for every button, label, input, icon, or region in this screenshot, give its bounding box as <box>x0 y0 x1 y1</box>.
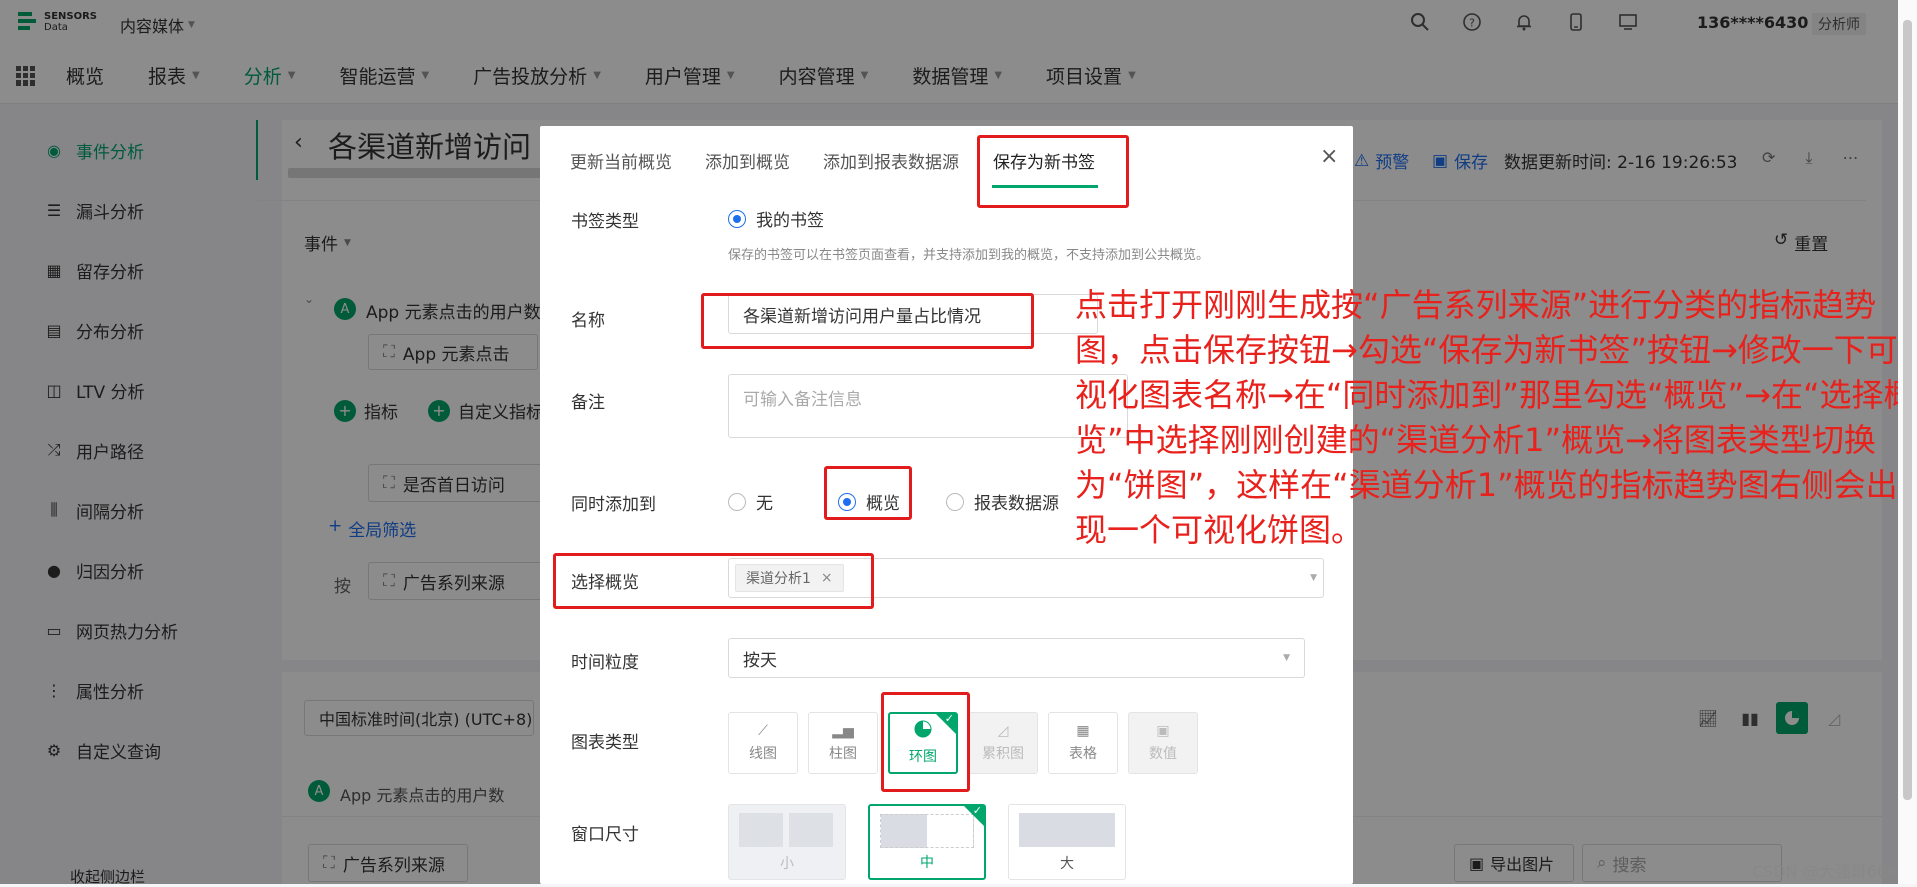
highlight-save-as-bookmark <box>977 135 1129 208</box>
add-to-none-label: 无 <box>756 494 773 514</box>
highlight-ring-chart <box>881 692 970 792</box>
size-preview-icon <box>739 813 835 847</box>
line-chart-icon: ⟋ <box>758 723 768 739</box>
add-to-report-label: 报表数据源 <box>974 494 1059 514</box>
bookmark-type-value: 我的书签 <box>756 211 824 231</box>
name-label: 名称 <box>571 311 605 331</box>
window-size-option-0: 小 <box>728 804 846 880</box>
time-granularity-select[interactable]: 按天 ▼ <box>728 638 1305 678</box>
table-icon: ▦ <box>1076 723 1090 739</box>
window-size-option-2[interactable]: 大 <box>1008 804 1126 880</box>
window-size-label: 窗口尺寸 <box>571 825 639 845</box>
chart-type-label: 柱图 <box>829 746 857 762</box>
bookmark-hint: 保存的书签可以在书签页面查看，并支持添加到我的概览，不支持添加到公共概览。 <box>728 248 1210 263</box>
radio-selected <box>728 209 746 228</box>
annotation-text: 点击打开刚刚生成按“广告系列来源”进行分类的指标趋势图，点击保存按钮→勾选“保存… <box>1075 286 1916 549</box>
radio-unselected <box>728 492 746 511</box>
time-granularity-label: 时间粒度 <box>571 653 639 673</box>
chart-type-option-0[interactable]: ⟋ 线图 <box>728 712 798 774</box>
bookmark-type-radio[interactable]: 我的书签 <box>728 206 824 231</box>
number-icon: ▣ <box>1156 723 1170 739</box>
chevron-down-icon: ▼ <box>1283 653 1290 663</box>
add-to-report-radio[interactable]: 报表数据源 <box>946 489 1059 514</box>
close-icon[interactable]: × <box>1320 144 1338 169</box>
highlight-overview-radio <box>824 466 912 520</box>
watermark: CSDN @大强哥666 <box>1752 862 1898 881</box>
chart-type-option-4[interactable]: ▦ 表格 <box>1048 712 1118 774</box>
chart-type-label: 图表类型 <box>571 733 639 753</box>
add-to-none-radio[interactable]: 无 <box>728 489 773 514</box>
note-textarea[interactable]: 可输入备注信息 <box>728 374 1128 438</box>
chevron-down-icon: ▼ <box>1310 573 1317 583</box>
tab-add-to-report-source[interactable]: 添加到报表数据源 <box>823 148 959 173</box>
chart-type-label: 表格 <box>1069 746 1097 762</box>
highlight-select-overview <box>553 553 874 609</box>
area-chart-icon: ◿ <box>997 723 1009 739</box>
window-size-label: 中 <box>920 855 934 871</box>
bookmark-type-label: 书签类型 <box>571 212 639 232</box>
add-to-label: 同时添加到 <box>571 495 656 515</box>
page-scrollbar[interactable] <box>1898 0 1917 884</box>
chart-type-option-5: ▣ 数值 <box>1128 712 1198 774</box>
tab-update-overview[interactable]: 更新当前概览 <box>570 148 672 173</box>
tab-add-to-overview[interactable]: 添加到概览 <box>705 148 790 173</box>
size-preview-icon <box>880 814 974 848</box>
chart-type-option-1[interactable]: ▂▅ 柱图 <box>808 712 878 774</box>
bar-chart-icon: ▂▅ <box>832 723 854 739</box>
window-size-label: 小 <box>780 856 794 872</box>
size-preview-icon <box>1019 813 1115 847</box>
chart-type-label: 线图 <box>749 746 777 762</box>
chart-type-label: 累积图 <box>982 746 1024 762</box>
window-size-option-1[interactable]: 中 ✓ <box>868 804 986 880</box>
check-icon: ✓ <box>972 804 982 817</box>
scrollbar-thumb[interactable] <box>1903 20 1912 800</box>
note-label: 备注 <box>571 393 605 413</box>
highlight-name-field <box>701 293 1034 349</box>
radio-unselected <box>946 492 964 511</box>
chart-type-option-3: ◿ 累积图 <box>968 712 1038 774</box>
time-granularity-value: 按天 <box>743 650 777 671</box>
window-size-label: 大 <box>1060 856 1074 872</box>
chart-type-label: 数值 <box>1149 746 1177 762</box>
